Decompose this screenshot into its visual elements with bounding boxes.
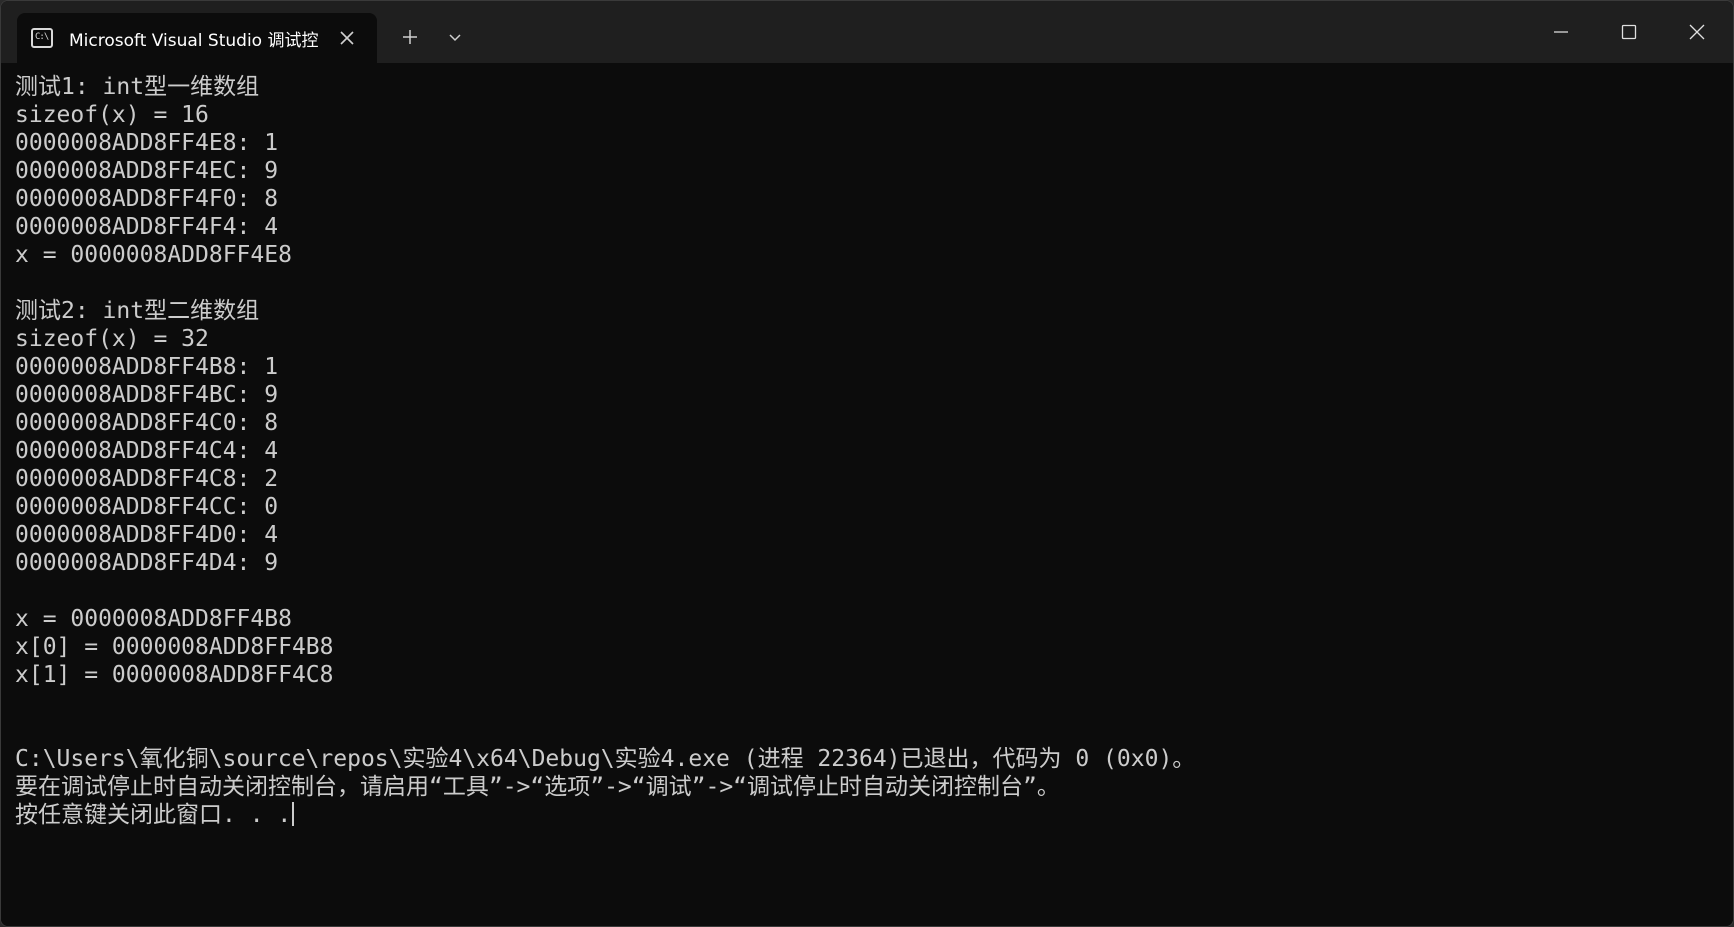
console-line: 0000008ADD8FF4C8: 2	[15, 466, 279, 492]
close-window-button[interactable]	[1663, 1, 1731, 63]
console-output[interactable]: 测试1: int型一维数组 sizeof(x) = 16 0000008ADD8…	[1, 63, 1733, 926]
terminal-window: C:\ Microsoft Visual Studio 调试控制台	[0, 0, 1734, 927]
console-line: x = 0000008ADD8FF4E8	[15, 242, 292, 268]
tab-debug-console[interactable]: C:\ Microsoft Visual Studio 调试控制台	[17, 13, 377, 63]
console-line: 0000008ADD8FF4C0: 8	[15, 410, 279, 436]
text-cursor	[292, 802, 295, 826]
console-prompt-line: 按任意键关闭此窗口. . .	[15, 801, 1733, 829]
maximize-icon	[1621, 24, 1637, 40]
console-line: 0000008ADD8FF4CC: 0	[15, 494, 279, 520]
close-icon	[1689, 24, 1705, 40]
new-tab-button[interactable]	[394, 21, 426, 53]
console-prompt-text: 按任意键关闭此窗口. . .	[15, 802, 292, 828]
close-icon	[340, 31, 354, 45]
console-icon: C:\	[31, 28, 53, 48]
console-line: 0000008ADD8FF4C4: 4	[15, 438, 279, 464]
console-line: x[0] = 0000008ADD8FF4B8	[15, 634, 334, 660]
tab-title: Microsoft Visual Studio 调试控制台	[69, 30, 319, 51]
console-icon-glyph: C:\	[35, 32, 49, 42]
console-line: 0000008ADD8FF4EC: 9	[15, 158, 279, 184]
console-line: 0000008ADD8FF4BC: 9	[15, 382, 279, 408]
plus-icon	[403, 30, 417, 44]
maximize-button[interactable]	[1595, 1, 1663, 63]
minimize-icon	[1554, 31, 1568, 33]
console-line: sizeof(x) = 32	[15, 326, 209, 352]
console-line: x = 0000008ADD8FF4B8	[15, 606, 292, 632]
console-line: x[1] = 0000008ADD8FF4C8	[15, 662, 334, 688]
console-line: 0000008ADD8FF4F4: 4	[15, 214, 279, 240]
console-line: C:\Users\氧化铜\source\repos\实验4\x64\Debug\…	[15, 746, 1196, 772]
close-tab-button[interactable]	[333, 24, 361, 52]
console-line: 0000008ADD8FF4B8: 1	[15, 354, 279, 380]
tab-dropdown-button[interactable]	[439, 21, 471, 53]
console-line: 测试1: int型一维数组	[15, 74, 260, 100]
console-line: 0000008ADD8FF4D0: 4	[15, 522, 279, 548]
title-bar[interactable]: C:\ Microsoft Visual Studio 调试控制台	[1, 1, 1733, 63]
console-line: 0000008ADD8FF4F0: 8	[15, 186, 279, 212]
console-line: sizeof(x) = 16	[15, 102, 209, 128]
minimize-button[interactable]	[1527, 1, 1595, 63]
chevron-down-icon	[449, 34, 461, 42]
console-line: 要在调试停止时自动关闭控制台，请启用“工具”->“选项”->“调试”->“调试停…	[15, 774, 1060, 800]
console-line: 0000008ADD8FF4D4: 9	[15, 550, 279, 576]
console-line: 0000008ADD8FF4E8: 1	[15, 130, 279, 156]
console-line: 测试2: int型二维数组	[15, 298, 260, 324]
